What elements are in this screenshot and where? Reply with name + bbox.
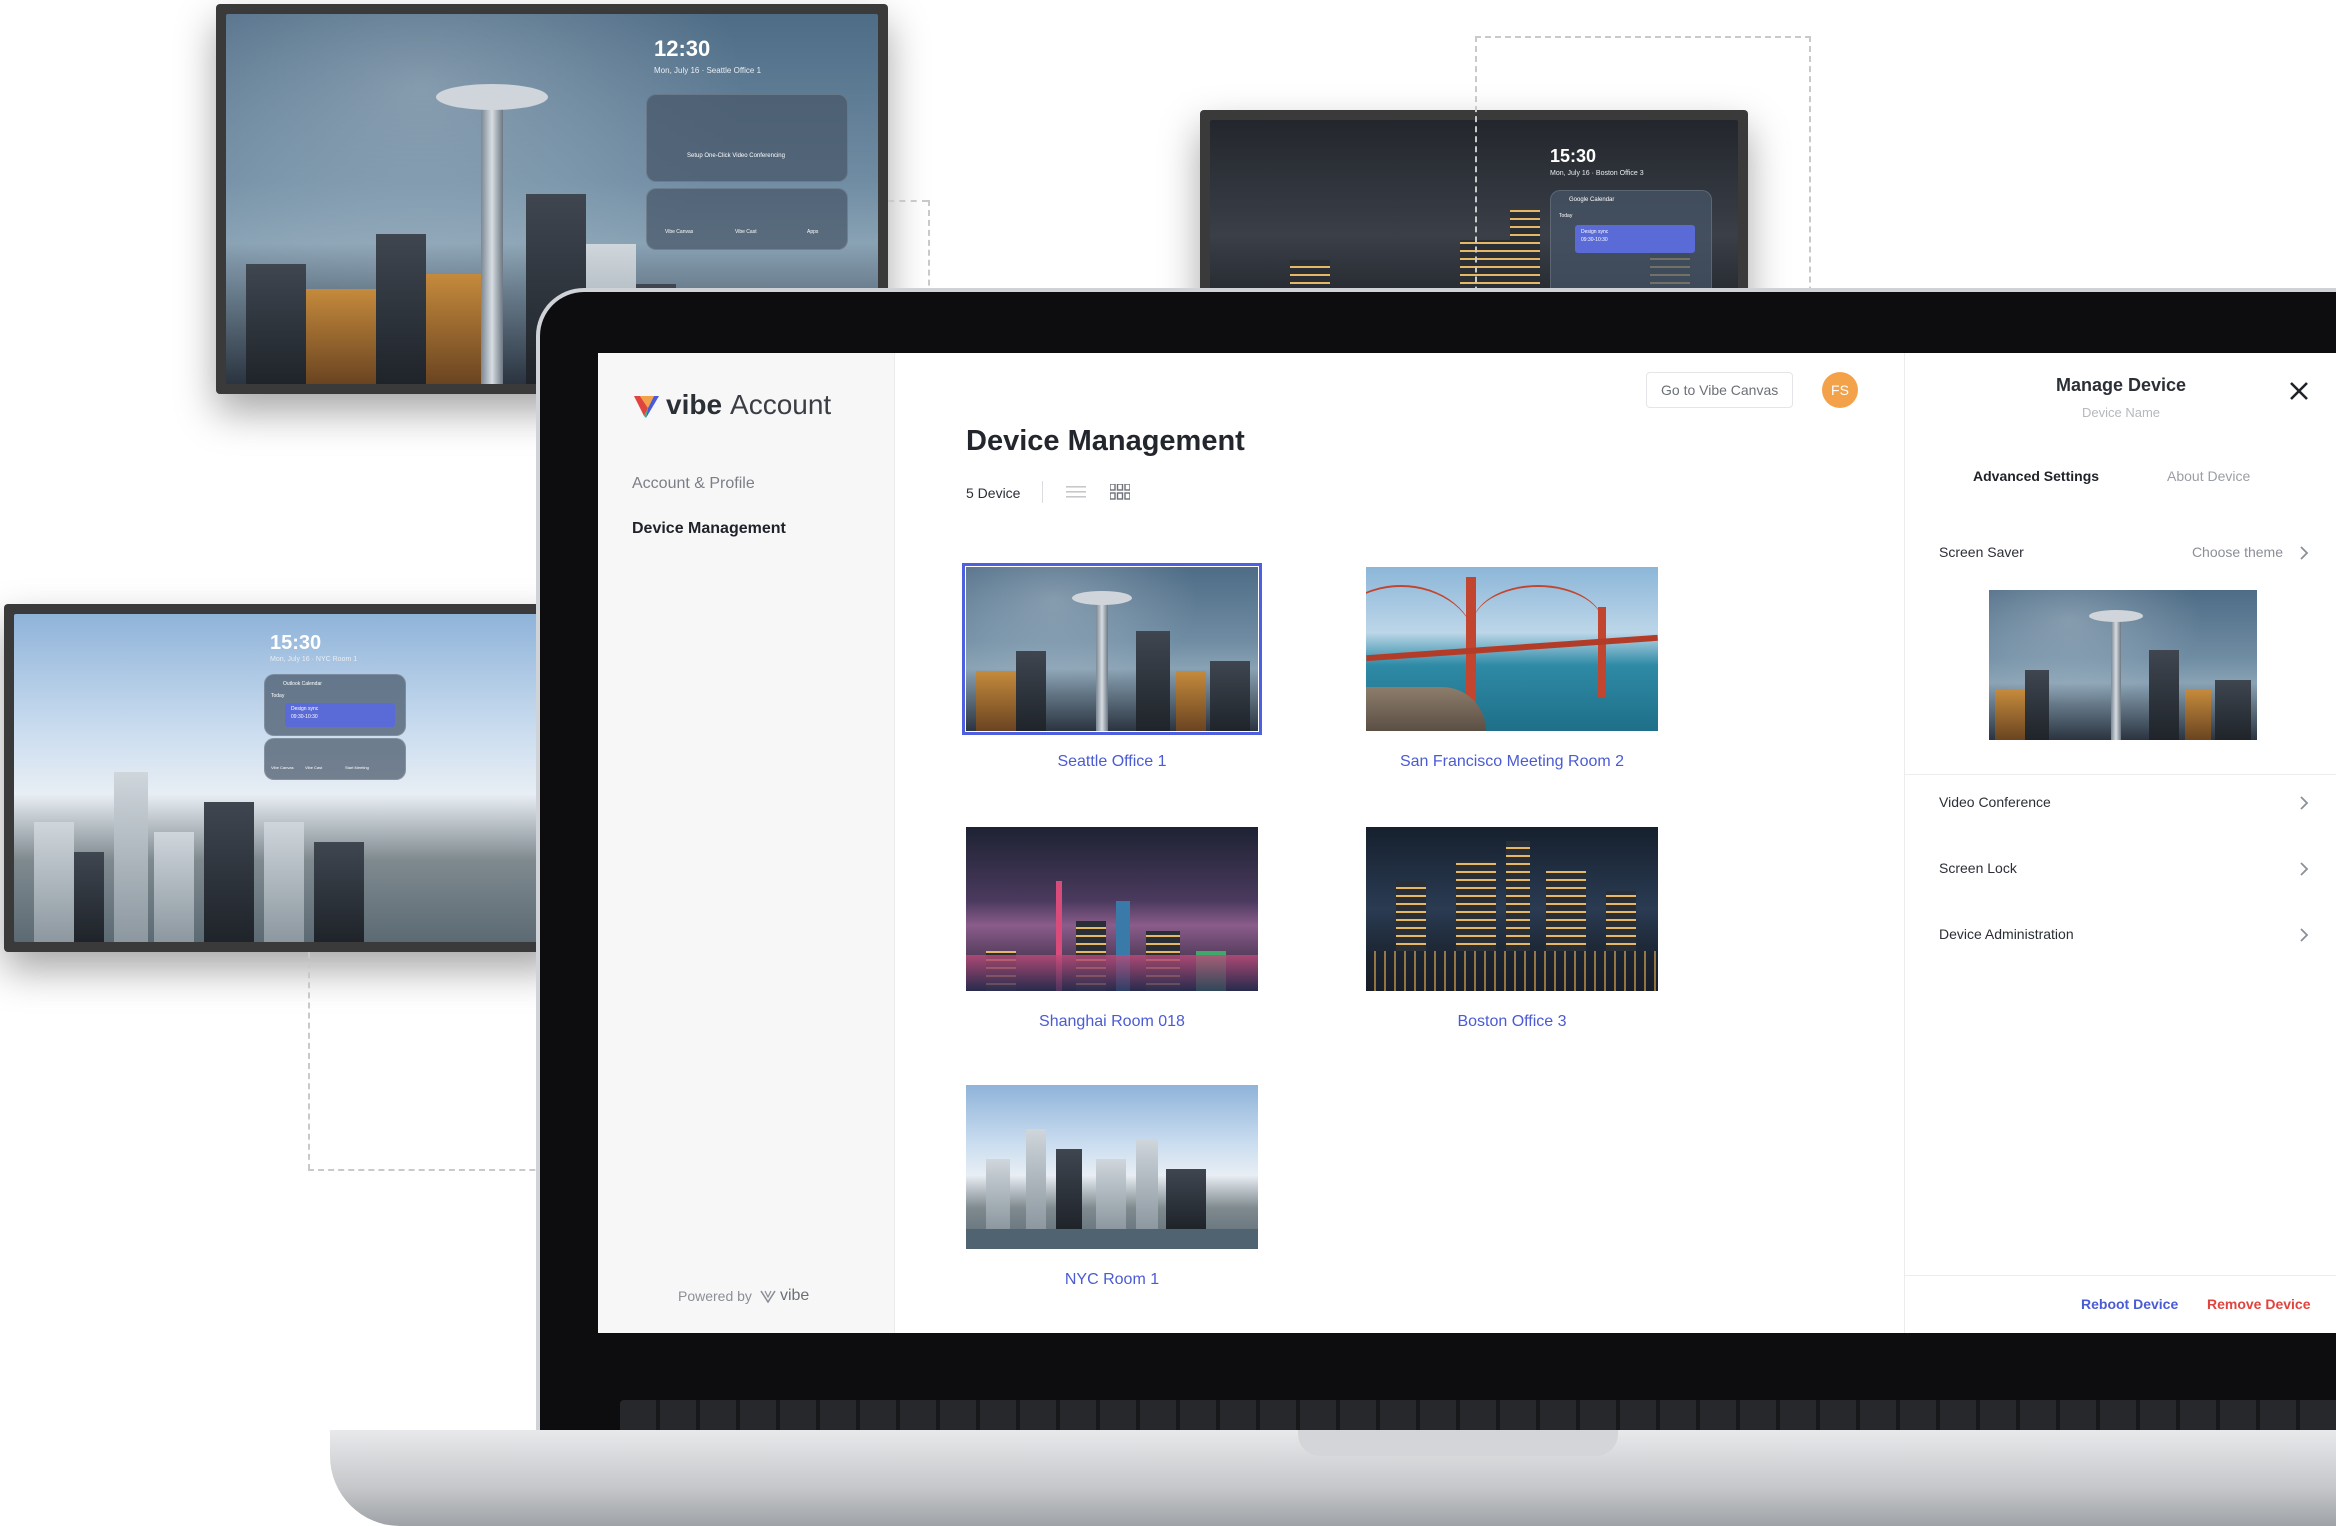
- vibe-logo-icon: [634, 396, 659, 418]
- tv-nyc-app-1: Vibe Canvas: [271, 765, 294, 770]
- device-thumbnail[interactable]: [1366, 827, 1658, 991]
- divider: [1905, 774, 2336, 775]
- tv-nyc-app-2: Vibe Cast: [305, 765, 323, 770]
- device-administration-label: Device Administration: [1939, 926, 2074, 942]
- tv-nyc-app-3: Start Meeting: [345, 765, 369, 770]
- tab-advanced-settings[interactable]: Advanced Settings: [1973, 468, 2099, 484]
- video-conference-label: Video Conference: [1939, 794, 2051, 810]
- chevron-right-icon[interactable]: [2299, 546, 2309, 560]
- tv-seattle-app-1: Vibe Canvas: [665, 229, 694, 235]
- app-logo: vibe Account: [632, 389, 831, 421]
- device-card-san-francisco[interactable]: San Francisco Meeting Room 2: [1366, 567, 1658, 771]
- device-card-nyc[interactable]: NYC Room 1: [966, 1085, 1258, 1289]
- device-card-boston[interactable]: Boston Office 3: [1366, 827, 1658, 1031]
- manage-device-panel: Manage Device Device Name Advanced Setti…: [1904, 353, 2336, 1333]
- screen-saver-preview[interactable]: [1989, 590, 2257, 740]
- device-card-shanghai[interactable]: Shanghai Room 018: [966, 827, 1258, 1031]
- choose-theme-link[interactable]: Choose theme: [2192, 544, 2283, 560]
- tab-about-device[interactable]: About Device: [2167, 468, 2250, 484]
- device-administration-row[interactable]: Device Administration: [1939, 926, 2309, 942]
- device-count: 5 Device: [966, 485, 1021, 501]
- powered-by: Powered by vibe: [678, 1287, 809, 1305]
- tv-nyc-event-time: 09:30-10:30: [291, 714, 318, 720]
- main-content: Go to Vibe Canvas FS Device Management 5…: [894, 353, 2004, 1333]
- go-to-vibe-canvas-button[interactable]: Go to Vibe Canvas: [1646, 372, 1794, 408]
- panel-title: Manage Device: [2055, 375, 2187, 395]
- connector-nyc-v: [308, 952, 310, 1170]
- chevron-right-icon[interactable]: [2299, 862, 2309, 876]
- brand-name: vibe: [666, 389, 723, 420]
- screen-lock-row[interactable]: Screen Lock: [1939, 860, 2309, 876]
- panel-subtitle: Device Name: [2081, 405, 2161, 420]
- tv-nyc-calendar: Outlook Calendar: [283, 681, 322, 687]
- tv-seattle-clock: 12:30: [654, 36, 711, 61]
- device-thumbnail[interactable]: [966, 827, 1258, 991]
- tv-seattle-app-2: Vibe Cast: [735, 229, 757, 235]
- device-name[interactable]: Boston Office 3: [1366, 1013, 1658, 1031]
- toolbar-divider: [1042, 481, 1043, 503]
- sidebar-item-device-management[interactable]: Device Management: [632, 520, 786, 538]
- tv-nyc-today: Today: [271, 693, 285, 699]
- tv-nyc: 15:30 Mon, July 16 · NYC Room 1 Outlook …: [4, 604, 564, 952]
- sidebar-item-account-profile[interactable]: Account & Profile: [632, 475, 755, 493]
- tv-nyc-screen: 15:30 Mon, July 16 · NYC Room 1 Outlook …: [14, 614, 554, 942]
- device-name[interactable]: NYC Room 1: [966, 1271, 1258, 1289]
- screen-lock-label: Screen Lock: [1939, 860, 2017, 876]
- reboot-device-button[interactable]: Reboot Device: [2081, 1296, 2178, 1312]
- device-name[interactable]: Seattle Office 1: [966, 753, 1258, 771]
- tv-nyc-event-title: Design sync: [291, 706, 319, 712]
- screen-saver-label: Screen Saver: [1939, 544, 2024, 560]
- device-card-seattle[interactable]: Seattle Office 1: [962, 563, 1262, 771]
- tv-seattle-app-3: Apps: [807, 229, 819, 235]
- chevron-right-icon[interactable]: [2299, 796, 2309, 810]
- vibe-mark-icon: [760, 1290, 776, 1303]
- sidebar: vibe Account Account & Profile Device Ma…: [598, 353, 895, 1333]
- video-conference-row[interactable]: Video Conference: [1939, 794, 2309, 810]
- device-name[interactable]: Shanghai Room 018: [966, 1013, 1258, 1031]
- tv-seattle-setup-label: Setup One-Click Video Conferencing: [687, 153, 785, 159]
- device-thumbnail[interactable]: [1366, 567, 1658, 731]
- grid-view-icon[interactable]: [1110, 484, 1130, 500]
- laptop-notch: [1298, 1430, 1618, 1456]
- connector-seattle-h: [888, 200, 928, 202]
- tv-nyc-clock: 15:30: [270, 632, 322, 654]
- laptop-keyboard: [620, 1400, 2336, 1434]
- tv-seattle-date: Mon, July 16 · Seattle Office 1: [654, 66, 762, 75]
- tv-seattle-setup-panel: Setup One-Click Video Conferencing: [646, 94, 848, 182]
- close-icon[interactable]: [2287, 379, 2311, 403]
- chevron-right-icon[interactable]: [2299, 928, 2309, 942]
- tv-nyc-event: Design sync 09:30-10:30: [285, 703, 395, 727]
- powered-by-label: Powered by: [678, 1288, 752, 1304]
- device-name[interactable]: San Francisco Meeting Room 2: [1366, 753, 1658, 771]
- remove-device-button[interactable]: Remove Device: [2207, 1296, 2311, 1312]
- brand-suffix: Account: [730, 389, 832, 420]
- vibe-account-app: vibe Account Account & Profile Device Ma…: [598, 353, 2336, 1333]
- screen-saver-row[interactable]: Screen Saver Choose theme: [1939, 544, 2309, 560]
- tv-nyc-apps-panel: Vibe Canvas Vibe Cast Start Meeting: [264, 738, 406, 780]
- tv-nyc-calendar-panel: Outlook Calendar Today Design sync 09:30…: [264, 674, 406, 736]
- device-thumbnail[interactable]: [962, 563, 1262, 735]
- tv-seattle-apps-panel: Vibe Canvas Vibe Cast Apps: [646, 188, 848, 250]
- list-view-icon[interactable]: [1066, 485, 1086, 499]
- avatar[interactable]: FS: [1822, 372, 1858, 408]
- page-title: Device Management: [966, 425, 1245, 457]
- footer-divider: [1905, 1275, 2336, 1276]
- device-thumbnail[interactable]: [966, 1085, 1258, 1249]
- tv-nyc-date: Mon, July 16 · NYC Room 1: [270, 656, 358, 663]
- powered-by-brand: vibe: [779, 1287, 810, 1304]
